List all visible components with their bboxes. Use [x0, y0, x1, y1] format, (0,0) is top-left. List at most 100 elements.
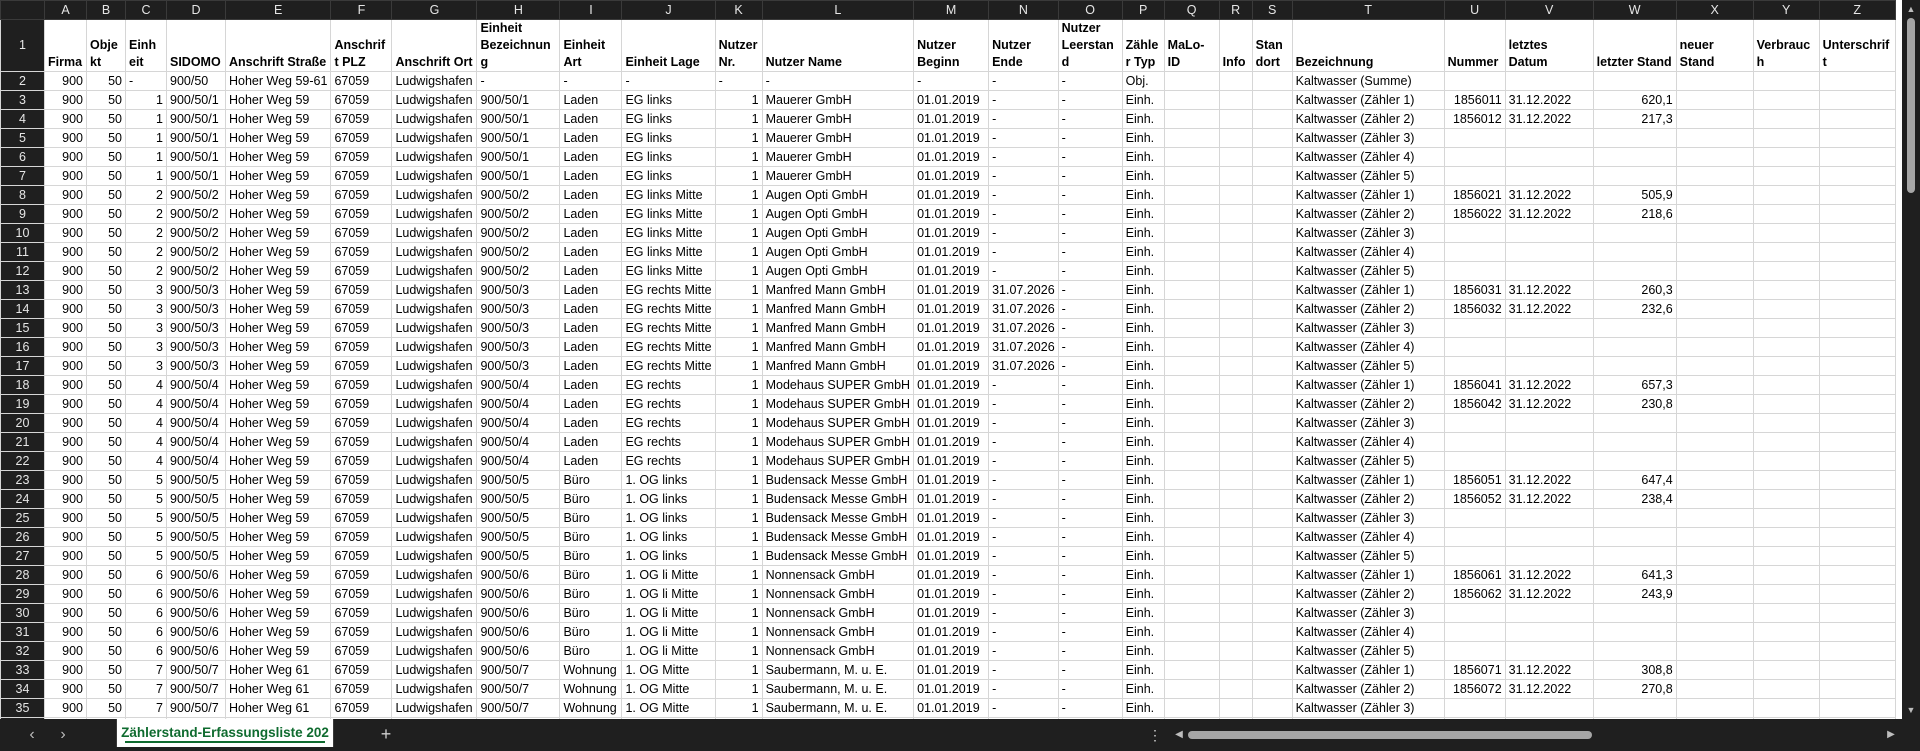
table-cell[interactable]: Ludwigshafen	[391, 413, 478, 433]
row-number[interactable]: 21	[0, 432, 45, 452]
table-cell[interactable]	[1675, 622, 1754, 642]
table-cell[interactable]	[1163, 679, 1220, 699]
table-cell[interactable]: Einh.	[1121, 204, 1165, 224]
table-cell[interactable]	[1251, 204, 1293, 224]
table-cell[interactable]	[1251, 546, 1293, 566]
table-cell[interactable]: 31.07.2026	[988, 280, 1059, 300]
table-cell[interactable]: Laden	[559, 166, 623, 186]
table-cell[interactable]: Kaltwasser (Zähler 2)	[1291, 584, 1445, 604]
table-cell[interactable]	[1675, 90, 1754, 110]
table-cell[interactable]	[1675, 318, 1754, 338]
table-cell[interactable]: Einh.	[1121, 299, 1165, 319]
table-cell[interactable]: 01.01.2019	[913, 299, 990, 319]
table-cell[interactable]: Einh.	[1121, 242, 1165, 262]
table-cell[interactable]: 260,3	[1592, 280, 1677, 300]
table-cell[interactable]: -	[988, 660, 1059, 680]
table-cell[interactable]: 3	[125, 337, 167, 357]
table-cell[interactable]: Einh.	[1121, 527, 1165, 547]
table-cell[interactable]	[1163, 375, 1220, 395]
table-cell[interactable]: Kaltwasser (Zähler 2)	[1291, 204, 1445, 224]
table-cell[interactable]	[1675, 166, 1754, 186]
table-cell[interactable]: 900	[44, 299, 87, 319]
table-cell[interactable]: Mauerer GmbH	[761, 90, 915, 110]
table-cell[interactable]: -	[988, 603, 1059, 623]
table-cell[interactable]	[1251, 565, 1293, 585]
table-cell[interactable]: 900	[44, 356, 87, 376]
table-cell[interactable]	[1163, 109, 1220, 129]
table-cell[interactable]: 31.12.2022	[1504, 185, 1594, 205]
table-cell[interactable]	[1251, 622, 1293, 642]
table-cell[interactable]: 900	[44, 508, 87, 528]
table-cell[interactable]	[1163, 128, 1220, 148]
table-cell[interactable]: Ludwigshafen	[391, 204, 478, 224]
table-cell[interactable]	[1752, 185, 1820, 205]
table-cell[interactable]: Kaltwasser (Zähler 1)	[1291, 375, 1445, 395]
table-cell[interactable]: 01.01.2019	[913, 318, 990, 338]
table-cell[interactable]: -	[1057, 584, 1123, 604]
table-cell[interactable]: Ludwigshafen	[391, 299, 478, 319]
table-cell[interactable]: 900/50/6	[166, 584, 226, 604]
table-cell[interactable]	[1163, 337, 1220, 357]
header-cell[interactable]: Zähler Typ	[1121, 19, 1165, 72]
table-cell[interactable]: Budensack Messe GmbH	[761, 527, 915, 547]
table-cell[interactable]: Einh.	[1121, 185, 1165, 205]
sheet-tab-active[interactable]: Zählerstand-Erfassungsliste 202	[116, 719, 334, 747]
table-cell[interactable]: Laden	[559, 299, 623, 319]
table-cell[interactable]: 50	[86, 679, 126, 699]
table-cell[interactable]: -	[1057, 546, 1123, 566]
header-cell[interactable]: neuer Stand	[1675, 19, 1754, 72]
table-cell[interactable]: 1	[125, 128, 167, 148]
table-cell[interactable]	[1218, 603, 1253, 623]
table-cell[interactable]: 50	[86, 622, 126, 642]
table-cell[interactable]: 67059	[330, 508, 393, 528]
table-cell[interactable]: 1856032	[1443, 299, 1506, 319]
table-cell[interactable]: EG links	[621, 90, 716, 110]
table-cell[interactable]: Hoher Weg 59	[224, 375, 332, 395]
table-cell[interactable]	[1675, 185, 1754, 205]
table-cell[interactable]	[1251, 261, 1293, 281]
table-cell[interactable]: 1	[714, 109, 763, 129]
table-cell[interactable]: 900/50/1	[166, 90, 226, 110]
table-cell[interactable]: 2	[125, 204, 167, 224]
column-header-g[interactable]: G	[391, 0, 478, 20]
table-cell[interactable]	[1251, 375, 1293, 395]
table-cell[interactable]: 900	[44, 394, 87, 414]
table-cell[interactable]: -	[1057, 337, 1123, 357]
table-cell[interactable]: 67059	[330, 679, 393, 699]
row-number[interactable]: 25	[0, 508, 45, 528]
table-cell[interactable]: 1	[714, 527, 763, 547]
table-cell[interactable]: 900	[44, 71, 87, 91]
table-cell[interactable]: Büro	[559, 584, 623, 604]
table-cell[interactable]	[1163, 546, 1220, 566]
table-cell[interactable]: -	[1057, 318, 1123, 338]
table-cell[interactable]	[1163, 584, 1220, 604]
table-cell[interactable]	[1752, 128, 1820, 148]
table-cell[interactable]: 50	[86, 660, 126, 680]
table-cell[interactable]: Mauerer GmbH	[761, 166, 915, 186]
table-cell[interactable]: 1. OG li Mitte	[621, 622, 716, 642]
row-number[interactable]: 17	[0, 356, 45, 376]
table-cell[interactable]: 900/50/5	[476, 546, 561, 566]
table-cell[interactable]: Kaltwasser (Summe)	[1291, 71, 1445, 91]
table-cell[interactable]: EG rechts Mitte	[621, 318, 716, 338]
table-cell[interactable]: EG links Mitte	[621, 242, 716, 262]
header-cell[interactable]: Anschrift Ort	[391, 19, 478, 72]
table-cell[interactable]: 01.01.2019	[913, 413, 990, 433]
column-header-e[interactable]: E	[224, 0, 332, 20]
table-cell[interactable]	[1251, 318, 1293, 338]
table-cell[interactable]	[1443, 451, 1506, 471]
table-cell[interactable]: EG links	[621, 109, 716, 129]
table-cell[interactable]: 67059	[330, 185, 393, 205]
table-cell[interactable]: 1	[714, 432, 763, 452]
table-cell[interactable]: Kaltwasser (Zähler 5)	[1291, 166, 1445, 186]
row-number[interactable]: 27	[0, 546, 45, 566]
table-cell[interactable]: 1. OG links	[621, 546, 716, 566]
column-header-o[interactable]: O	[1057, 0, 1123, 20]
table-cell[interactable]	[1752, 584, 1820, 604]
table-cell[interactable]: 900/50/1	[476, 147, 561, 167]
table-cell[interactable]: Büro	[559, 508, 623, 528]
header-cell[interactable]: MaLo-ID	[1163, 19, 1220, 72]
table-cell[interactable]: 01.01.2019	[913, 698, 990, 718]
table-cell[interactable]	[1818, 679, 1896, 699]
table-cell[interactable]: 50	[86, 261, 126, 281]
